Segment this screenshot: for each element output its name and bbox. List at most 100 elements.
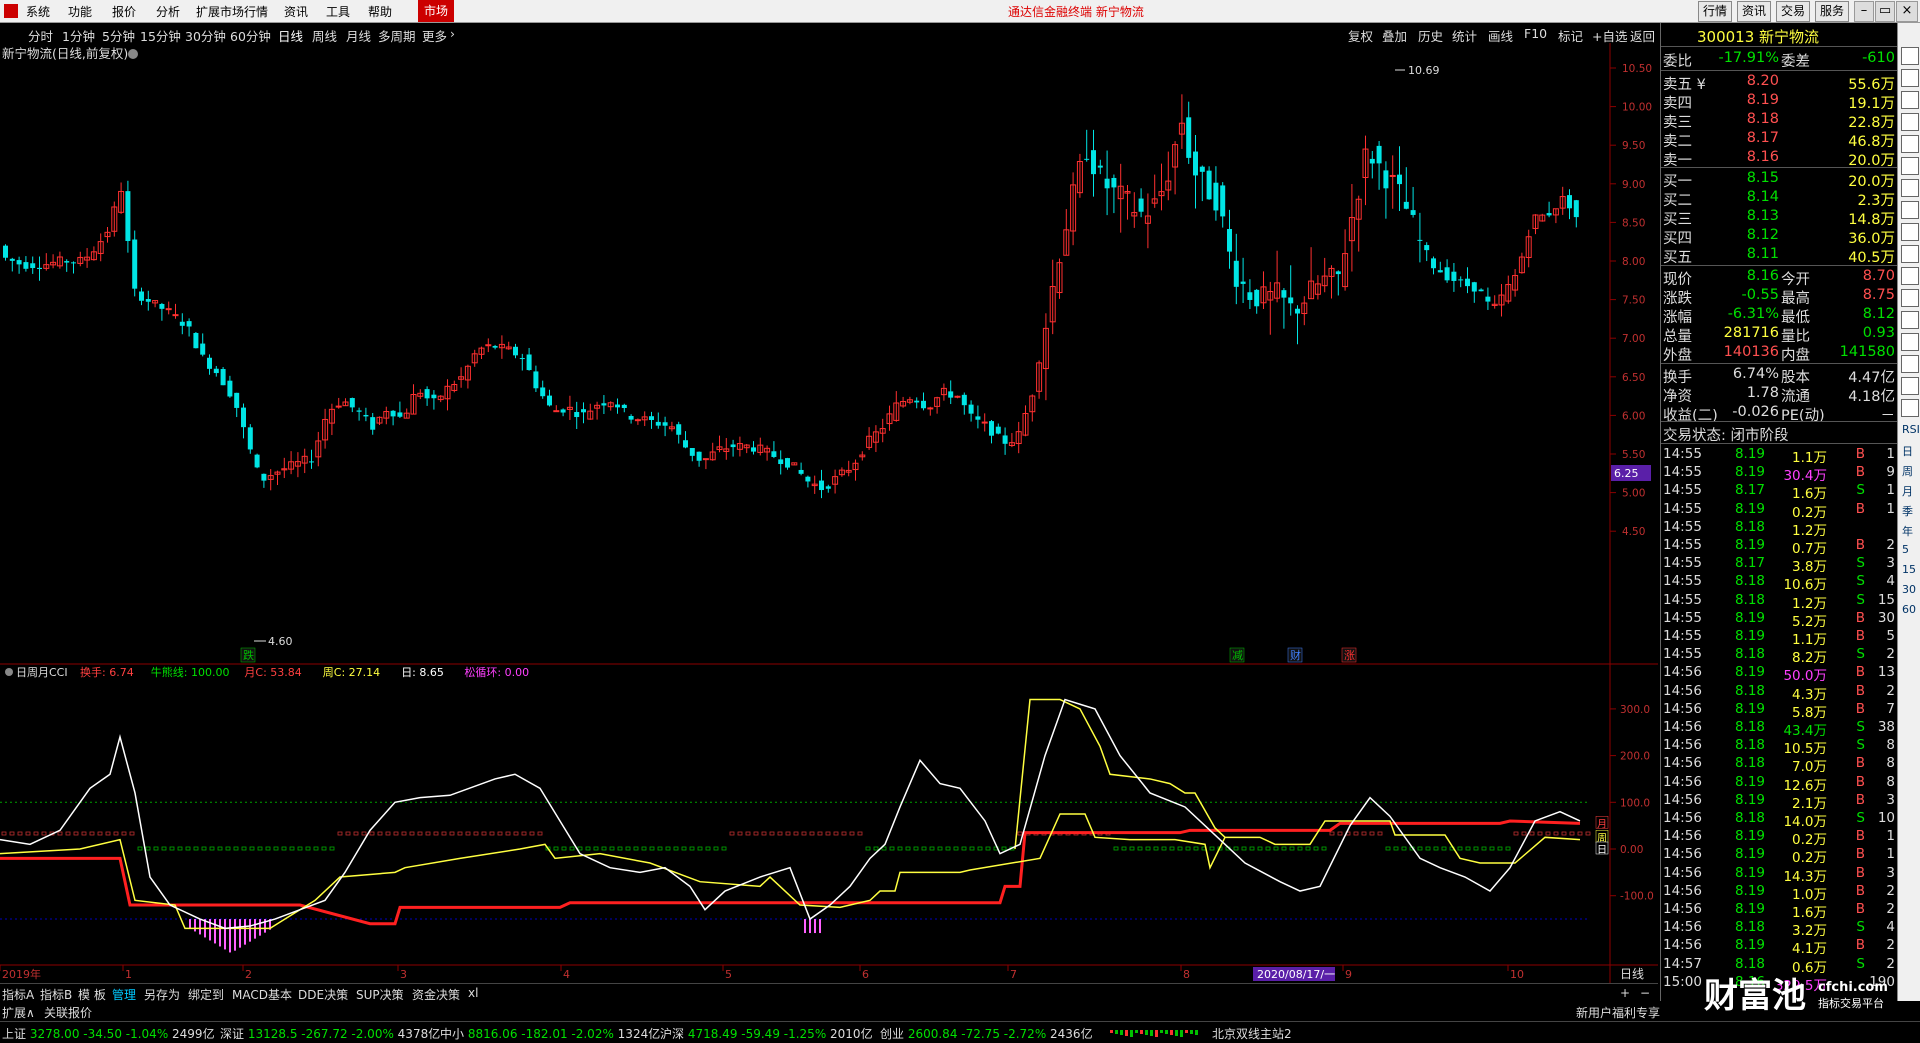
side-tool-label[interactable]: 5 — [1902, 543, 1909, 556]
menu-analysis[interactable]: 分析 — [156, 3, 180, 20]
event-marker[interactable]: 财 — [1290, 648, 1301, 662]
kline-chart[interactable]: 新宁物流(日线,前复权) 10.5010.009.509.008.508.007… — [0, 43, 1658, 983]
ask-row[interactable]: 卖二 8.17 46.8万 — [1663, 130, 1895, 150]
side-tool-icon[interactable] — [1901, 399, 1919, 417]
btn-f10[interactable]: F10 — [1524, 26, 1547, 41]
bid-row[interactable]: 买五 8.11 40.5万 — [1663, 246, 1895, 266]
tab-indicator-a[interactable]: 指标A — [2, 986, 34, 1003]
menu-quote[interactable]: 报价 — [112, 3, 136, 20]
btn-new-user-welfare[interactable]: 新用户福利专享 — [1576, 1004, 1660, 1021]
indicator-legend-item: 日: 8.65 — [401, 666, 444, 679]
menu-system[interactable]: 系统 — [26, 3, 50, 20]
event-marker[interactable]: 跌 — [243, 648, 254, 662]
index-pct: -1.04% — [125, 1027, 173, 1041]
side-tool-label[interactable]: 60 — [1902, 603, 1916, 616]
side-tool-icon[interactable] — [1901, 179, 1919, 197]
btn-service[interactable]: 服务 — [1815, 1, 1850, 22]
restore-icon[interactable]: ▭ — [1875, 1, 1895, 22]
tab-manage[interactable]: 管理 — [112, 986, 136, 1003]
minimize-icon[interactable]: – — [1854, 1, 1874, 22]
index-quote[interactable]: 创业 2600.84 -72.75 -2.72% 2436亿 — [880, 1025, 1093, 1042]
tab-bind-to[interactable]: 绑定到 — [188, 986, 224, 1003]
tick-row: 14:55 8.17 3.8万 S 3 — [1663, 555, 1895, 575]
btn-quote[interactable]: 行情 — [1698, 1, 1733, 22]
tab-macd[interactable]: MACD基本 — [232, 986, 292, 1003]
side-tool-icon[interactable] — [1901, 355, 1919, 373]
tab-xl[interactable]: xl — [468, 986, 478, 1000]
candle-body-down — [309, 461, 314, 463]
tab-save-as[interactable]: 另存为 — [144, 986, 180, 1003]
side-tool-label[interactable]: 季 — [1902, 503, 1913, 519]
btn-related-quote[interactable]: 关联报价 — [44, 1004, 92, 1021]
indicator-tick-label: 0.00 — [1620, 844, 1643, 856]
candle-body-down — [628, 415, 634, 420]
index-quote[interactable]: 沪深 4718.49 -59.49 -1.25% 2010亿 — [660, 1025, 873, 1042]
side-tool-icon[interactable] — [1901, 91, 1919, 109]
side-tool-icon[interactable] — [1901, 289, 1919, 307]
side-tool-label[interactable]: 15 — [1902, 563, 1916, 576]
side-tool-label[interactable]: 月 — [1902, 483, 1913, 499]
menu-tools[interactable]: 工具 — [326, 3, 350, 20]
tick-row: 14:56 8.19 14.3万 B 3 — [1663, 865, 1895, 885]
tab-dde[interactable]: DDE决策 — [298, 986, 348, 1003]
side-tool-icon[interactable] — [1901, 333, 1919, 351]
side-tool-icon[interactable] — [1901, 69, 1919, 87]
candle-body-down — [921, 400, 926, 409]
close-chart-icon[interactable] — [128, 49, 138, 59]
side-tool-label[interactable]: 年 — [1902, 523, 1913, 539]
side-tool-label[interactable]: 30 — [1902, 583, 1916, 596]
menu-help[interactable]: 帮助 — [368, 3, 392, 20]
ask-row[interactable]: 卖一 8.16 20.0万 — [1663, 149, 1895, 169]
tab-fund[interactable]: 资金决策 — [412, 986, 460, 1003]
event-marker[interactable]: 涨 — [1344, 649, 1355, 662]
index-quote[interactable]: 上证 3278.00 -34.50 -1.04% 2499亿 — [2, 1025, 215, 1042]
chevron-right-icon[interactable]: › — [450, 26, 455, 41]
btn-info[interactable]: 资讯 — [1737, 1, 1772, 22]
zoom-in-icon[interactable]: + — [1620, 986, 1630, 1000]
tab-sup[interactable]: SUP决策 — [356, 986, 404, 1003]
ask-row[interactable]: 卖三 8.18 22.8万 — [1663, 111, 1895, 131]
side-tool-icon[interactable] — [1901, 47, 1919, 65]
side-tool-icon[interactable] — [1901, 113, 1919, 131]
side-tool-icon[interactable] — [1901, 157, 1919, 175]
menu-market[interactable]: 市场 — [418, 0, 455, 22]
tick-time: 14:55 — [1663, 500, 1702, 517]
candle-body-down — [207, 357, 212, 369]
side-tool-icon[interactable] — [1901, 377, 1919, 395]
candle-body-down — [213, 368, 219, 374]
bid-row[interactable]: 买三 8.13 14.8万 — [1663, 208, 1895, 228]
menu-ext-market[interactable]: 扩展市场行情 — [196, 3, 268, 20]
side-tool-icon[interactable] — [1901, 223, 1919, 241]
candle-body-down — [1097, 165, 1103, 168]
side-tool-icon[interactable] — [1901, 135, 1919, 153]
side-tool-label[interactable]: 日 — [1902, 443, 1913, 459]
bid-row[interactable]: 买四 8.12 36.0万 — [1663, 227, 1895, 247]
stat-row: 总量 281716 量比 0.93 — [1663, 325, 1895, 345]
side-tool-icon[interactable] — [1901, 245, 1919, 263]
indicator-close-icon[interactable] — [5, 668, 13, 676]
close-icon[interactable]: × — [1896, 1, 1918, 22]
side-tool-icon[interactable] — [1901, 201, 1919, 219]
stat-label: 内盘 — [1781, 348, 1810, 364]
bid-row[interactable]: 买二 8.14 2.3万 — [1663, 189, 1895, 209]
side-tool-label[interactable]: 周 — [1902, 463, 1913, 479]
side-tool-icon[interactable] — [1901, 267, 1919, 285]
btn-trade[interactable]: 交易 — [1776, 1, 1811, 22]
menu-function[interactable]: 功能 — [68, 3, 92, 20]
event-marker[interactable]: 减 — [1232, 649, 1243, 662]
index-quote[interactable]: 中小 8816.06 -182.01 -2.02% 1324亿 — [440, 1025, 660, 1042]
server-status[interactable]: 北京双线主站2 — [1212, 1025, 1292, 1042]
side-tool-label[interactable]: RSI — [1902, 423, 1920, 436]
menu-info[interactable]: 资讯 — [284, 3, 308, 20]
btn-expand[interactable]: 扩展∧ — [2, 1004, 35, 1021]
bid-row[interactable]: 买一 8.15 20.0万 — [1663, 170, 1895, 190]
side-tool-icon[interactable] — [1901, 311, 1919, 329]
tick-row: 14:56 8.19 5.8万 B 7 — [1663, 701, 1895, 721]
tab-indicator-b[interactable]: 指标B — [40, 986, 72, 1003]
tab-template[interactable]: 模 板 — [78, 986, 106, 1003]
ask-row[interactable]: 卖四 8.19 19.1万 — [1663, 92, 1895, 112]
index-quote[interactable]: 深证 13128.5 -267.72 -2.00% 4378亿 — [220, 1025, 440, 1042]
ask-price: 8.17 — [1746, 130, 1779, 146]
ask-row[interactable]: 卖五 ¥ 8.20 55.6万 — [1663, 73, 1895, 93]
zoom-out-icon[interactable]: − — [1640, 986, 1650, 1000]
